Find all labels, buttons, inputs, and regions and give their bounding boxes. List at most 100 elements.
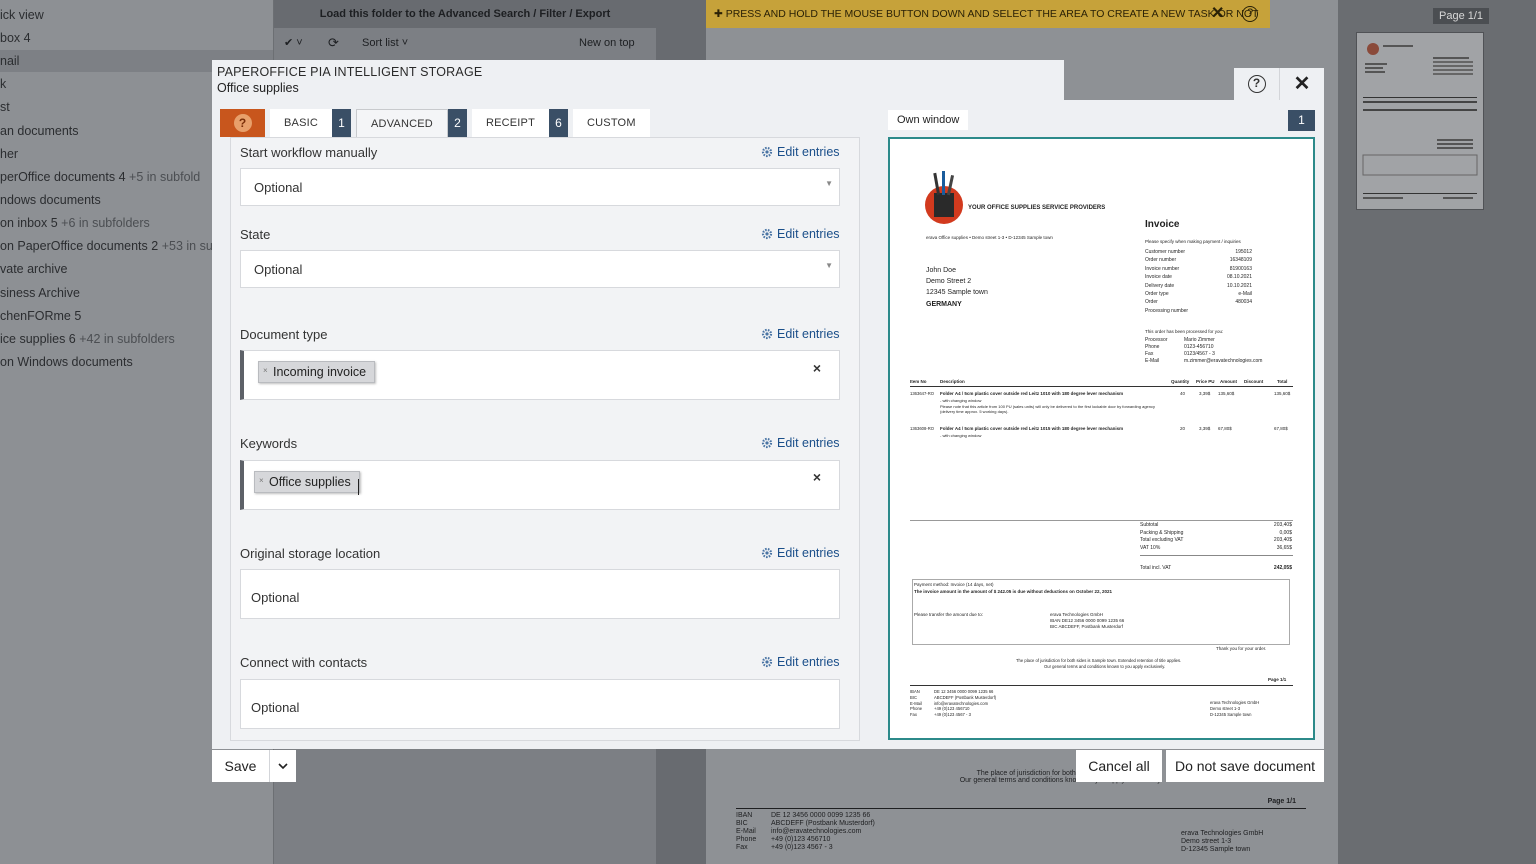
tab-basic-count: 1 bbox=[332, 109, 352, 137]
invoice-page: Page 1/1 bbox=[1268, 677, 1287, 682]
row-note: - with changing window bbox=[940, 433, 982, 438]
workflow-dropdown[interactable]: Optional ▼ bbox=[240, 168, 840, 206]
tab-basic[interactable]: BASIC bbox=[270, 109, 333, 137]
sidebar-item[interactable]: on PaperOffice documents 2 +53 in sub bbox=[0, 235, 220, 257]
row-long-note: Please note that this article from 100 P… bbox=[940, 404, 1155, 414]
sidebar-item[interactable]: siness Archive bbox=[0, 282, 80, 304]
document-preview[interactable]: YOUR OFFICE SUPPLIES SERVICE PROVIDERS e… bbox=[888, 137, 1315, 740]
sidebar-item[interactable]: on Windows documents bbox=[0, 351, 133, 373]
help-icon: ? bbox=[1247, 75, 1266, 93]
storage-placeholder: Optional bbox=[251, 590, 300, 605]
thanks-line: Thank you for your order. bbox=[1216, 646, 1267, 651]
sidebar-item[interactable]: st bbox=[0, 96, 10, 118]
row-item-no: 1363647-RO bbox=[910, 391, 934, 396]
storage-input[interactable]: Optional bbox=[240, 569, 840, 619]
row-total: 135,60$ bbox=[1274, 391, 1291, 396]
footer-values: DE 12 3456 0000 0099 1235 66 ABCDEFF (Pos… bbox=[934, 689, 997, 718]
sender-line: erava Office supplies • Demo street 1-3 … bbox=[926, 235, 1053, 240]
gear-icon bbox=[761, 228, 773, 240]
sidebar-item[interactable]: her bbox=[0, 143, 18, 165]
help-button[interactable]: ? bbox=[1234, 68, 1279, 100]
banner-close-icon[interactable]: ✕ bbox=[1211, 0, 1224, 28]
row-qty: 40 bbox=[1180, 391, 1186, 396]
contacts-edit-entries-link[interactable]: Edit entries bbox=[761, 655, 840, 669]
bank-value: +49 (0)123 456710 bbox=[771, 836, 831, 843]
tab-help[interactable]: ? bbox=[220, 109, 265, 137]
keywords-edit-entries-link[interactable]: Edit entries bbox=[761, 436, 840, 450]
clear-icon[interactable]: × bbox=[813, 360, 821, 376]
bank-value: ABCDEFF (Postbank Musterdorf) bbox=[771, 820, 875, 827]
state-dropdown[interactable]: Optional ▼ bbox=[240, 250, 840, 288]
tab-custom[interactable]: CUSTOM bbox=[573, 109, 650, 137]
do-not-save-button[interactable]: Do not save document bbox=[1166, 750, 1324, 782]
keywords-tag-input[interactable]: × Office supplies × bbox=[240, 460, 840, 510]
sidebar-item[interactable]: ick view bbox=[0, 4, 44, 26]
company-tagline: YOUR OFFICE SUPPLIES SERVICE PROVIDERS bbox=[968, 205, 1106, 211]
background-doc-footer: The place of jurisdiction for both sides… bbox=[736, 770, 1306, 854]
cancel-all-button[interactable]: Cancel all bbox=[1076, 750, 1162, 782]
doctype-tag-input[interactable]: × Incoming invoice × bbox=[240, 350, 840, 400]
banner-text: ✚ PRESS AND HOLD THE MOUSE BUTTON DOWN A… bbox=[714, 8, 1259, 20]
row-description: Folder A4 / 5cm plastic cover outside re… bbox=[940, 426, 1124, 431]
close-button[interactable]: ✕ bbox=[1279, 68, 1324, 100]
doctype-edit-entries-link[interactable]: Edit entries bbox=[761, 327, 840, 341]
bank-label: IBAN bbox=[736, 812, 753, 819]
chip-remove-icon[interactable]: × bbox=[263, 366, 268, 375]
chevron-down-icon bbox=[278, 762, 288, 769]
contacts-label: Connect with contacts bbox=[240, 655, 368, 670]
own-window-button[interactable]: Own window bbox=[888, 110, 969, 130]
workflow-edit-entries-link[interactable]: Edit entries bbox=[761, 145, 840, 159]
footer-company: erava Technologies GmbH Demo street 1-3 D-… bbox=[1210, 700, 1260, 717]
storage-edit-entries-link[interactable]: Edit entries bbox=[761, 546, 840, 560]
sidebar-item[interactable]: an documents bbox=[0, 120, 79, 142]
sidebar-item[interactable]: chenFORme 5 bbox=[0, 305, 81, 327]
clear-icon[interactable]: × bbox=[813, 469, 821, 485]
sort-order-label[interactable]: New on top bbox=[579, 28, 635, 58]
state-edit-entries-link[interactable]: Edit entries bbox=[761, 227, 840, 241]
sort-list-dropdown[interactable]: Sort list ˅ bbox=[362, 28, 408, 58]
tab-receipt[interactable]: RECEIPT bbox=[471, 109, 550, 137]
edit-entries-label: Edit entries bbox=[777, 327, 840, 341]
keyword-chip[interactable]: × Office supplies bbox=[254, 471, 360, 493]
contacts-input[interactable]: Optional bbox=[240, 679, 840, 729]
gear-icon bbox=[761, 146, 773, 158]
page-thumbnail[interactable] bbox=[1356, 32, 1484, 210]
totals-labels: Subtotal Packing & Shipping Total excludin… bbox=[1140, 522, 1184, 551]
sidebar-item[interactable]: box 4 bbox=[0, 27, 31, 49]
recipient-line: GERMANY bbox=[926, 301, 962, 308]
company-line: erava Technologies GmbH bbox=[1181, 830, 1264, 837]
payment-line: The invoice amount in the amount of $ 24… bbox=[914, 589, 1113, 594]
edit-entries-label: Edit entries bbox=[777, 436, 840, 450]
gear-icon bbox=[761, 547, 773, 559]
jurisdiction-line: The place of jurisdiction for both sides… bbox=[1016, 658, 1182, 663]
edit-entries-label: Edit entries bbox=[777, 546, 840, 560]
select-all-checkbox[interactable]: ✔ ˅ bbox=[284, 28, 303, 58]
company-logo-icon bbox=[925, 171, 963, 224]
doctype-chip[interactable]: × Incoming invoice bbox=[258, 361, 376, 383]
banner-help-icon[interactable]: ? bbox=[1242, 6, 1258, 22]
list-toolbar: ✔ ˅ ⟳ Sort list ˅ New on top bbox=[274, 28, 656, 58]
recipient-line: John Doe bbox=[926, 267, 956, 274]
sidebar-item[interactable]: perOffice documents 4 +5 in subfold bbox=[0, 166, 200, 188]
sidebar-item[interactable]: ice supplies 6 +42 in subfolders bbox=[0, 328, 175, 350]
page-indicator: Page 1/1 bbox=[1433, 8, 1490, 24]
sidebar-item[interactable]: vate archive bbox=[0, 258, 67, 280]
sidebar-item[interactable]: k bbox=[0, 73, 6, 95]
dialog-header: PAPEROFFICE PIA INTELLIGENT STORAGE Offi… bbox=[212, 60, 1064, 100]
sidebar-item[interactable]: ndows documents bbox=[0, 189, 101, 211]
row-pu: 3,39$ bbox=[1199, 426, 1211, 431]
close-icon: ✕ bbox=[1293, 73, 1311, 95]
task-hint-banner: ✚ PRESS AND HOLD THE MOUSE BUTTON DOWN A… bbox=[706, 0, 1270, 28]
workflow-value: Optional bbox=[254, 180, 303, 195]
load-folder-search-button[interactable]: Load this folder to the Advanced Search … bbox=[274, 0, 656, 28]
state-label: State bbox=[240, 227, 271, 242]
chip-remove-icon[interactable]: × bbox=[259, 476, 264, 485]
doctype-label: Document type bbox=[240, 327, 328, 342]
totals-values: 203,40$ 0,00$ 203,40$ 36,65$ bbox=[1273, 522, 1292, 551]
sidebar-item[interactable]: on inbox 5 +6 in subfolders bbox=[0, 212, 150, 234]
save-button[interactable]: Save bbox=[212, 750, 270, 782]
save-options-dropdown[interactable] bbox=[270, 750, 296, 782]
tab-advanced[interactable]: ADVANCED bbox=[356, 109, 448, 137]
recipient-line: 12345 Sample town bbox=[926, 289, 988, 296]
refresh-icon[interactable]: ⟳ bbox=[328, 28, 339, 58]
